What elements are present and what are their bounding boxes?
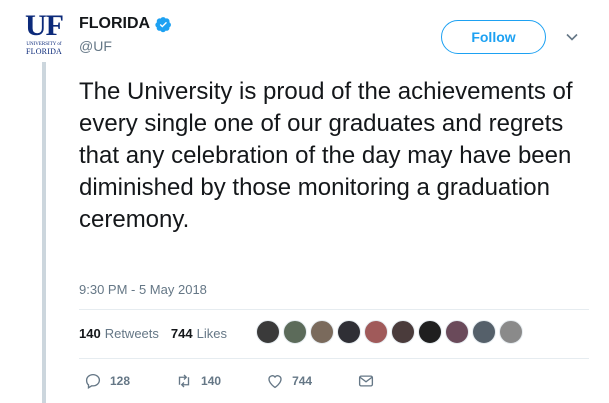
retweets-label: Retweets xyxy=(104,326,159,341)
follow-button[interactable]: Follow xyxy=(441,20,546,54)
likes-stat[interactable]: 744 Likes xyxy=(171,326,227,341)
liker-avatar[interactable] xyxy=(445,320,469,344)
divider xyxy=(79,358,589,359)
display-name[interactable]: FLORIDA xyxy=(79,15,150,33)
liker-avatar[interactable] xyxy=(283,320,307,344)
timestamp[interactable]: 9:30 PM - 5 May 2018 xyxy=(79,282,207,297)
avatar[interactable]: UF UNIVERSITY of FLORIDA xyxy=(20,9,68,56)
chevron-down-icon[interactable] xyxy=(563,28,581,46)
like-count: 744 xyxy=(292,374,313,388)
liker-avatar[interactable] xyxy=(256,320,280,344)
retweets-stat[interactable]: 140 Retweets xyxy=(79,326,159,341)
liker-avatar[interactable] xyxy=(310,320,334,344)
name-row[interactable]: FLORIDA xyxy=(79,15,172,33)
thread-line xyxy=(42,62,46,403)
handle[interactable]: @UF xyxy=(79,38,112,54)
logo-line2: FLORIDA xyxy=(25,47,63,56)
retweet-button[interactable]: 140 xyxy=(175,372,221,390)
retweet-count: 140 xyxy=(201,374,222,388)
liker-avatar[interactable] xyxy=(418,320,442,344)
likes-count: 744 xyxy=(170,326,193,341)
retweet-icon xyxy=(178,374,190,388)
envelope-icon xyxy=(359,375,374,387)
reply-count: 128 xyxy=(110,374,131,388)
tweet-text: The University is proud of the achieveme… xyxy=(79,78,573,233)
tweet-actions: 128 140 744 xyxy=(84,372,428,390)
likes-label: Likes xyxy=(196,326,227,341)
tweet-stats: 140 Retweets 744 Likes xyxy=(79,326,239,341)
divider xyxy=(79,309,589,310)
liker-avatar[interactable] xyxy=(499,320,523,344)
liker-avatar[interactable] xyxy=(337,320,361,344)
verified-badge-icon xyxy=(155,16,172,33)
liker-avatar[interactable] xyxy=(472,320,496,344)
heart-icon xyxy=(268,375,282,389)
liker-avatar[interactable] xyxy=(391,320,415,344)
tweet-card: UF UNIVERSITY of FLORIDA FLORIDA @UF Fol… xyxy=(0,0,609,403)
likers-avatars xyxy=(256,320,526,344)
logo-text: UF xyxy=(25,9,64,42)
reply-icon xyxy=(85,373,101,389)
liker-avatar[interactable] xyxy=(364,320,388,344)
direct-message-button[interactable] xyxy=(357,372,383,390)
retweets-count: 140 xyxy=(79,326,101,341)
reply-button[interactable]: 128 xyxy=(84,372,130,390)
like-button[interactable]: 744 xyxy=(266,372,312,390)
